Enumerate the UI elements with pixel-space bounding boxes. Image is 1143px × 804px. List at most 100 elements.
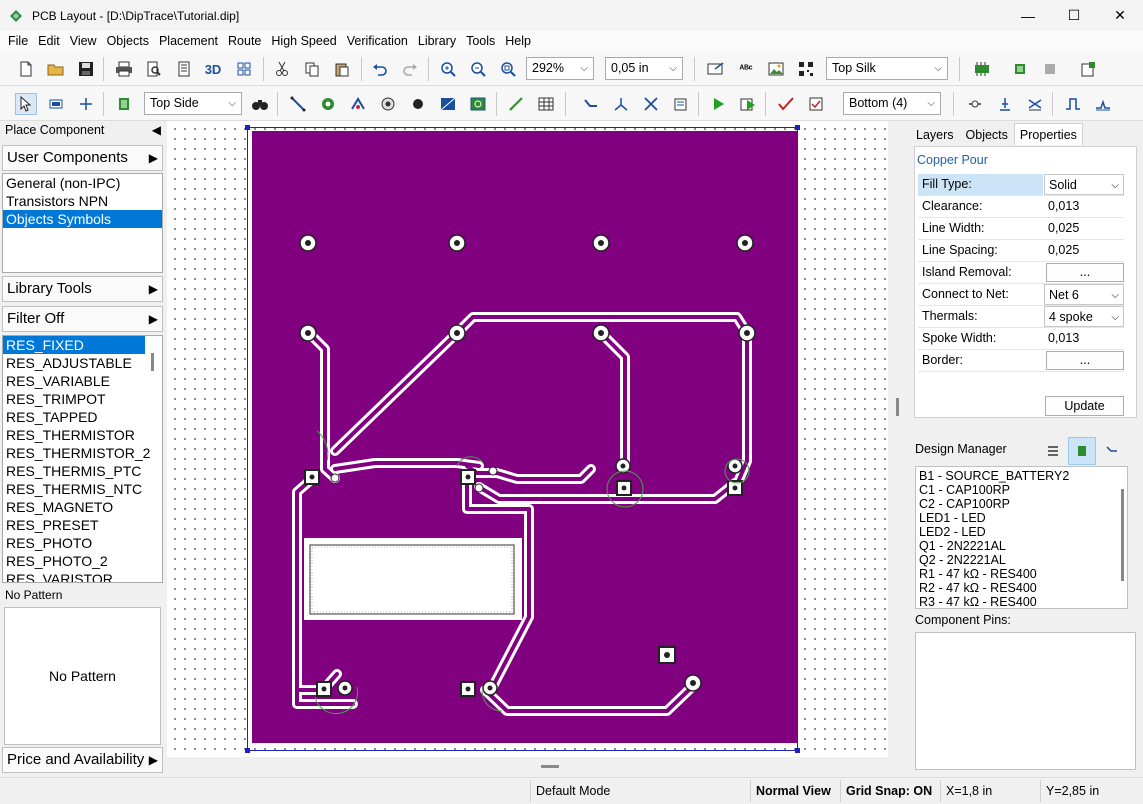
- border-button[interactable]: ...: [1046, 351, 1124, 370]
- components-view-icon[interactable]: [1068, 437, 1096, 465]
- list-item[interactable]: R2 - 47 kΩ - RES400: [916, 581, 1127, 595]
- impedance-icon[interactable]: [1092, 93, 1114, 115]
- verification-settings-icon[interactable]: [805, 93, 827, 115]
- grid-size-combo[interactable]: 0,05 in ⌵: [605, 57, 683, 80]
- save-icon[interactable]: [75, 58, 97, 80]
- menu-high-speed[interactable]: High Speed: [269, 34, 344, 48]
- list-item[interactable]: Q2 - 2N2221AL: [916, 553, 1127, 567]
- list-item[interactable]: RES_TRIMPOT: [3, 390, 162, 408]
- paste-icon[interactable]: [331, 58, 353, 80]
- menu-objects[interactable]: Objects: [105, 34, 157, 48]
- run-current-icon[interactable]: [737, 93, 759, 115]
- report-icon[interactable]: [173, 58, 195, 80]
- list-item[interactable]: RES_THERMIS_NTC: [3, 480, 162, 498]
- property-name[interactable]: Fill Type:: [918, 174, 1043, 195]
- bom-icon[interactable]: [971, 58, 993, 80]
- zoom-in-icon[interactable]: [437, 58, 459, 80]
- list-item[interactable]: R1 - 47 kΩ - RES400: [916, 567, 1127, 581]
- menu-edit[interactable]: Edit: [36, 34, 68, 48]
- redo-icon[interactable]: [399, 58, 421, 80]
- collapse-left-icon[interactable]: ◀: [152, 121, 161, 140]
- hole-icon[interactable]: [407, 93, 429, 115]
- place-component-header[interactable]: Place Component ◀: [0, 121, 167, 141]
- menu-file[interactable]: File: [0, 34, 36, 48]
- user-components-button[interactable]: User Components ▶: [2, 145, 163, 171]
- list-item[interactable]: C1 - CAP100RP: [916, 483, 1127, 497]
- island-removal-button[interactable]: ...: [1046, 263, 1124, 282]
- diff-pair-icon[interactable]: [1024, 93, 1046, 115]
- drc-check-icon[interactable]: [775, 93, 797, 115]
- zoom-fit-icon[interactable]: [497, 58, 519, 80]
- crosshair-icon[interactable]: [75, 93, 97, 115]
- menu-view[interactable]: View: [68, 34, 105, 48]
- line-spacing-field[interactable]: 0,025: [1044, 240, 1124, 261]
- list-item[interactable]: RES_PRESET: [3, 516, 162, 534]
- binoculars-icon[interactable]: [249, 93, 271, 115]
- menu-placement[interactable]: Placement: [157, 34, 226, 48]
- minimize-button[interactable]: —: [1005, 0, 1051, 31]
- update-button[interactable]: Update: [1045, 396, 1124, 416]
- panelize-icon[interactable]: [233, 58, 255, 80]
- zoom-combo[interactable]: 292% ⌵: [526, 57, 594, 80]
- tab-objects[interactable]: Objects: [960, 123, 1014, 145]
- list-item[interactable]: RES_MAGNETO: [3, 498, 162, 516]
- list-item-selected[interactable]: RES_FIXED: [3, 336, 145, 354]
- new-file-icon[interactable]: [15, 58, 37, 80]
- menu-verification[interactable]: Verification: [345, 34, 416, 48]
- print-icon[interactable]: [113, 58, 135, 80]
- component-icon[interactable]: [1009, 58, 1031, 80]
- zoom-out-icon[interactable]: [467, 58, 489, 80]
- fill-type-select[interactable]: Solid ⌵: [1044, 174, 1124, 195]
- pcb-drawing[interactable]: [167, 121, 888, 757]
- list-item-selected[interactable]: Objects Symbols: [3, 210, 162, 228]
- swap-pins-icon[interactable]: [964, 93, 986, 115]
- unroute-icon[interactable]: [640, 93, 662, 115]
- vertical-splitter[interactable]: [888, 121, 908, 777]
- spoke-width-field[interactable]: 0,013: [1044, 328, 1124, 349]
- route-trace-icon[interactable]: [287, 93, 309, 115]
- side-combo[interactable]: Top Side ⌵: [144, 92, 242, 115]
- menu-route[interactable]: Route: [226, 34, 269, 48]
- list-view-icon[interactable]: [1039, 437, 1067, 465]
- menu-library[interactable]: Library: [416, 34, 464, 48]
- component-disabled-icon[interactable]: [1039, 58, 1061, 80]
- list-item[interactable]: RES_THERMISTOR: [3, 426, 162, 444]
- menu-help[interactable]: Help: [503, 34, 539, 48]
- route-settings-icon[interactable]: [670, 93, 692, 115]
- list-item[interactable]: RES_ADJUSTABLE: [3, 354, 162, 372]
- maximize-button[interactable]: ☐: [1051, 0, 1097, 31]
- clearance-field[interactable]: 0,013: [1044, 196, 1124, 217]
- select-area-icon[interactable]: [45, 93, 67, 115]
- undo-icon[interactable]: [369, 58, 391, 80]
- board-outline-icon[interactable]: [467, 93, 489, 115]
- list-item[interactable]: C2 - CAP100RP: [916, 497, 1127, 511]
- copper-pour-icon[interactable]: [437, 93, 459, 115]
- list-item[interactable]: RES_THERMIS_PTC: [3, 462, 162, 480]
- autoroute-icon[interactable]: [580, 93, 602, 115]
- measure-icon[interactable]: [505, 93, 527, 115]
- run-autorouter-icon[interactable]: [707, 93, 729, 115]
- library-tools-button[interactable]: Library Tools ▶: [2, 276, 163, 302]
- horizontal-scrollbar[interactable]: [167, 757, 888, 777]
- list-item[interactable]: RES_THERMISTOR_2: [3, 444, 162, 462]
- length-tune-icon[interactable]: [994, 93, 1016, 115]
- list-item[interactable]: Transistors NPN: [3, 192, 162, 210]
- list-scrollbar[interactable]: [151, 353, 154, 371]
- table-icon[interactable]: [535, 93, 557, 115]
- place-component-icon[interactable]: [113, 93, 135, 115]
- fanout-icon[interactable]: [610, 93, 632, 115]
- list-item[interactable]: RES_VARIABLE: [3, 372, 162, 390]
- close-button[interactable]: ✕: [1097, 0, 1143, 31]
- pcb-canvas[interactable]: [167, 121, 888, 757]
- price-availability-button[interactable]: Price and Availability ▶: [2, 747, 163, 773]
- pulse-icon[interactable]: [1062, 93, 1084, 115]
- filter-button[interactable]: Filter Off ▶: [2, 306, 163, 332]
- pad-icon[interactable]: [317, 93, 339, 115]
- cut-icon[interactable]: [271, 58, 293, 80]
- nets-view-icon[interactable]: [1098, 437, 1126, 465]
- properties-icon[interactable]: [1077, 58, 1099, 80]
- splitter-grip-icon[interactable]: [541, 765, 559, 768]
- via-icon[interactable]: [377, 93, 399, 115]
- tab-properties[interactable]: Properties: [1013, 123, 1083, 145]
- print-preview-icon[interactable]: [143, 58, 165, 80]
